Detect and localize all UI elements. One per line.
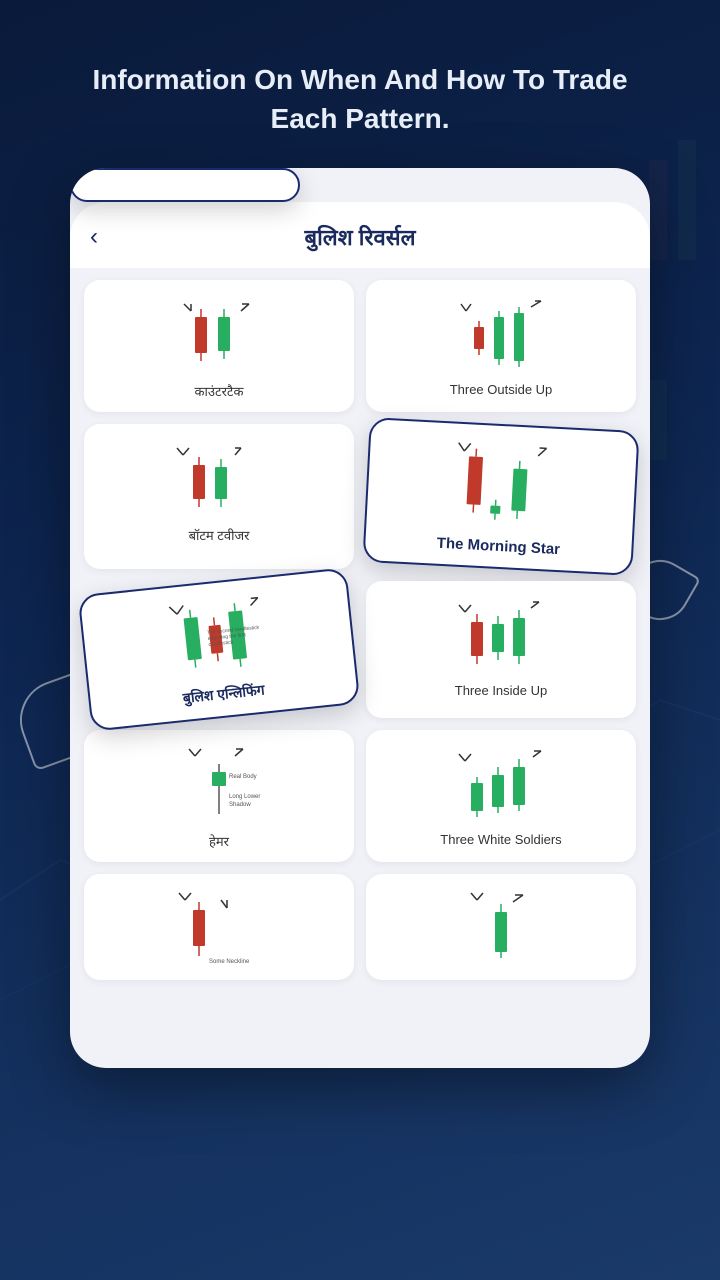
hammer-chart: Real Body Long Lower Shadow bbox=[94, 744, 344, 824]
card-three-white-soldiers-label: Three White Soldiers bbox=[440, 832, 561, 847]
card-counterattack[interactable]: काउंटरटैक bbox=[84, 280, 354, 412]
counterattack-chart bbox=[94, 294, 344, 374]
three-white-soldiers-chart bbox=[376, 744, 626, 824]
card-three-inside-up[interactable]: Three Inside Up bbox=[366, 581, 636, 718]
svg-text:Some Neckline: Some Neckline bbox=[209, 959, 250, 965]
card-hammer[interactable]: Real Body Long Lower Shadow हेमर bbox=[84, 730, 354, 862]
card-bullish-engulfing[interactable] bbox=[70, 168, 300, 202]
card-three-inside-up-label: Three Inside Up bbox=[455, 683, 548, 698]
card-three-outside-up[interactable]: Three Outside Up bbox=[366, 280, 636, 412]
svg-text:Real Body: Real Body bbox=[229, 774, 257, 780]
app-header: ‹ बुलिश रिवर्सल bbox=[70, 202, 650, 268]
card-morning-star-label: The Morning Star bbox=[436, 535, 560, 558]
card-three-white-soldiers[interactable]: Three White Soldiers bbox=[366, 730, 636, 862]
patterns-grid: काउंटरटैक bbox=[70, 268, 650, 992]
three-inside-up-chart bbox=[376, 595, 626, 675]
card-counterattack-label: काउंटरटैक bbox=[195, 382, 244, 400]
back-button[interactable]: ‹ bbox=[90, 223, 98, 251]
card-bullish-engulfing[interactable]: The second candlestick engulfing the fir… bbox=[78, 568, 361, 732]
card-three-outside-up-label: Three Outside Up bbox=[450, 382, 553, 397]
card-bottom-tweezers-label: बॉटम टवीजर bbox=[189, 526, 250, 544]
card-bottom-tweezers[interactable]: बॉटम टवीजर bbox=[84, 424, 354, 569]
card-bottom-right[interactable] bbox=[366, 874, 636, 980]
page-title: बुलिश रिवर्सल bbox=[305, 222, 416, 252]
card-hammer-label: हेमर bbox=[209, 832, 229, 850]
bullish-engulfing-chart: The second candlestick engulfing the fir… bbox=[91, 585, 344, 690]
card-morning-star[interactable]: The Morning Star bbox=[362, 417, 639, 576]
bottom-tweezers-chart bbox=[94, 438, 344, 518]
svg-text:Long Lower: Long Lower bbox=[229, 794, 260, 800]
three-outside-up-chart bbox=[376, 294, 626, 374]
card-bottom-left[interactable]: Some Neckline bbox=[84, 874, 354, 980]
morning-star-chart bbox=[376, 434, 626, 537]
app-screen: ‹ बुलिश रिवर्सल bbox=[70, 202, 650, 992]
svg-text:Shadow: Shadow bbox=[229, 802, 251, 808]
header-title: Information On When And How To Trade Eac… bbox=[0, 0, 720, 168]
phone-container: ‹ बुलिश रिवर्सल bbox=[70, 168, 650, 1068]
bottom-right-chart bbox=[376, 888, 626, 968]
bottom-left-chart: Some Neckline bbox=[94, 888, 344, 968]
card-bullish-engulfing-label: बुलिश एन्लिफिंग bbox=[182, 681, 266, 708]
